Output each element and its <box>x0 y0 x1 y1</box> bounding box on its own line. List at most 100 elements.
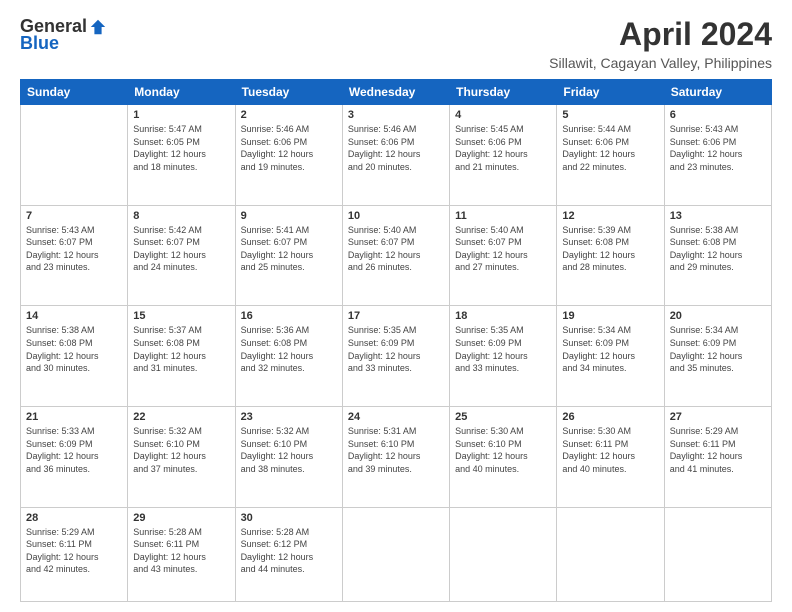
day-info: Sunrise: 5:29 AM Sunset: 6:11 PM Dayligh… <box>670 425 766 475</box>
calendar: SundayMondayTuesdayWednesdayThursdayFrid… <box>20 79 772 602</box>
calendar-cell <box>342 507 449 601</box>
day-number: 25 <box>455 411 551 423</box>
day-number: 28 <box>26 512 122 524</box>
calendar-day-header: Wednesday <box>342 80 449 105</box>
day-number: 18 <box>455 310 551 322</box>
day-info: Sunrise: 5:43 AM Sunset: 6:06 PM Dayligh… <box>670 123 766 173</box>
logo-icon <box>89 18 107 36</box>
page: General Blue April 2024 Sillawit, Cagaya… <box>0 0 792 612</box>
title-block: April 2024 Sillawit, Cagayan Valley, Phi… <box>549 16 772 71</box>
logo-blue-text: Blue <box>20 33 59 54</box>
day-number: 9 <box>241 210 337 222</box>
day-info: Sunrise: 5:46 AM Sunset: 6:06 PM Dayligh… <box>348 123 444 173</box>
calendar-cell: 2 Sunrise: 5:46 AM Sunset: 6:06 PM Daylig… <box>235 105 342 206</box>
subtitle: Sillawit, Cagayan Valley, Philippines <box>549 55 772 71</box>
calendar-cell: 21 Sunrise: 5:33 AM Sunset: 6:09 PM Dayli… <box>21 406 128 507</box>
calendar-cell: 17Sunrise: 5:35 AM Sunset: 6:09 PM Dayli… <box>342 306 449 407</box>
day-number: 4 <box>455 109 551 121</box>
calendar-day-header: Monday <box>128 80 235 105</box>
day-info: Sunrise: 5:42 AM Sunset: 6:07 PM Dayligh… <box>133 224 229 274</box>
calendar-week-row: 14 Sunrise: 5:38 AM Sunset: 6:08 PM Dayli… <box>21 306 772 407</box>
day-info: Sunrise: 5:45 AM Sunset: 6:06 PM Dayligh… <box>455 123 551 173</box>
day-number: 12 <box>562 210 658 222</box>
calendar-cell: 15 Sunrise: 5:37 AM Sunset: 6:08 PM Dayli… <box>128 306 235 407</box>
day-number: 8 <box>133 210 229 222</box>
day-number: 22 <box>133 411 229 423</box>
calendar-day-header: Saturday <box>664 80 771 105</box>
day-info: Sunrise: 5:36 AM Sunset: 6:08 PM Dayligh… <box>241 324 337 374</box>
calendar-cell <box>450 507 557 601</box>
day-number: 24 <box>348 411 444 423</box>
calendar-cell <box>664 507 771 601</box>
day-info: Sunrise: 5:32 AM Sunset: 6:10 PM Dayligh… <box>241 425 337 475</box>
day-info: Sunrise: 5:32 AM Sunset: 6:10 PM Dayligh… <box>133 425 229 475</box>
day-number: 19 <box>562 310 658 322</box>
day-number: 17 <box>348 310 444 322</box>
calendar-cell: 11 Sunrise: 5:40 AM Sunset: 6:07 PM Dayli… <box>450 205 557 306</box>
calendar-cell: 12 Sunrise: 5:39 AM Sunset: 6:08 PM Dayli… <box>557 205 664 306</box>
day-number: 29 <box>133 512 229 524</box>
day-info: Sunrise: 5:35 AM Sunset: 6:09 PM Dayligh… <box>455 324 551 374</box>
day-info: Sunrise: 5:30 AM Sunset: 6:11 PM Dayligh… <box>562 425 658 475</box>
day-info: Sunrise: 5:40 AM Sunset: 6:07 PM Dayligh… <box>455 224 551 274</box>
day-number: 2 <box>241 109 337 121</box>
day-info: Sunrise: 5:39 AM Sunset: 6:08 PM Dayligh… <box>562 224 658 274</box>
calendar-cell <box>21 105 128 206</box>
day-info: Sunrise: 5:37 AM Sunset: 6:08 PM Dayligh… <box>133 324 229 374</box>
day-number: 5 <box>562 109 658 121</box>
day-number: 27 <box>670 411 766 423</box>
calendar-cell: 14 Sunrise: 5:38 AM Sunset: 6:08 PM Dayli… <box>21 306 128 407</box>
calendar-cell: 16 Sunrise: 5:36 AM Sunset: 6:08 PM Dayli… <box>235 306 342 407</box>
calendar-cell <box>557 507 664 601</box>
day-number: 15 <box>133 310 229 322</box>
calendar-cell: 9 Sunrise: 5:41 AM Sunset: 6:07 PM Daylig… <box>235 205 342 306</box>
calendar-cell: 24Sunrise: 5:31 AM Sunset: 6:10 PM Dayli… <box>342 406 449 507</box>
calendar-header-row: SundayMondayTuesdayWednesdayThursdayFrid… <box>21 80 772 105</box>
calendar-week-row: 1Sunrise: 5:47 AM Sunset: 6:05 PM Daylig… <box>21 105 772 206</box>
day-number: 14 <box>26 310 122 322</box>
calendar-week-row: 7Sunrise: 5:43 AM Sunset: 6:07 PM Daylig… <box>21 205 772 306</box>
day-info: Sunrise: 5:38 AM Sunset: 6:08 PM Dayligh… <box>26 324 122 374</box>
calendar-cell: 26Sunrise: 5:30 AM Sunset: 6:11 PM Dayli… <box>557 406 664 507</box>
calendar-cell: 23 Sunrise: 5:32 AM Sunset: 6:10 PM Dayli… <box>235 406 342 507</box>
day-info: Sunrise: 5:40 AM Sunset: 6:07 PM Dayligh… <box>348 224 444 274</box>
calendar-cell: 29 Sunrise: 5:28 AM Sunset: 6:11 PM Dayli… <box>128 507 235 601</box>
day-info: Sunrise: 5:44 AM Sunset: 6:06 PM Dayligh… <box>562 123 658 173</box>
day-info: Sunrise: 5:34 AM Sunset: 6:09 PM Dayligh… <box>562 324 658 374</box>
calendar-cell: 4 Sunrise: 5:45 AM Sunset: 6:06 PM Daylig… <box>450 105 557 206</box>
calendar-cell: 30 Sunrise: 5:28 AM Sunset: 6:12 PM Dayli… <box>235 507 342 601</box>
day-number: 11 <box>455 210 551 222</box>
day-number: 6 <box>670 109 766 121</box>
day-info: Sunrise: 5:38 AM Sunset: 6:08 PM Dayligh… <box>670 224 766 274</box>
day-number: 20 <box>670 310 766 322</box>
day-info: Sunrise: 5:33 AM Sunset: 6:09 PM Dayligh… <box>26 425 122 475</box>
day-number: 21 <box>26 411 122 423</box>
calendar-cell: 5 Sunrise: 5:44 AM Sunset: 6:06 PM Daylig… <box>557 105 664 206</box>
calendar-day-header: Friday <box>557 80 664 105</box>
calendar-cell: 18 Sunrise: 5:35 AM Sunset: 6:09 PM Dayli… <box>450 306 557 407</box>
calendar-cell: 7Sunrise: 5:43 AM Sunset: 6:07 PM Daylig… <box>21 205 128 306</box>
day-number: 16 <box>241 310 337 322</box>
calendar-cell: 6 Sunrise: 5:43 AM Sunset: 6:06 PM Daylig… <box>664 105 771 206</box>
day-number: 3 <box>348 109 444 121</box>
calendar-cell: 25 Sunrise: 5:30 AM Sunset: 6:10 PM Dayli… <box>450 406 557 507</box>
day-info: Sunrise: 5:47 AM Sunset: 6:05 PM Dayligh… <box>133 123 229 173</box>
calendar-cell: 28 Sunrise: 5:29 AM Sunset: 6:11 PM Dayli… <box>21 507 128 601</box>
calendar-day-header: Sunday <box>21 80 128 105</box>
calendar-cell: 3 Sunrise: 5:46 AM Sunset: 6:06 PM Daylig… <box>342 105 449 206</box>
day-number: 30 <box>241 512 337 524</box>
day-number: 13 <box>670 210 766 222</box>
calendar-cell: 20 Sunrise: 5:34 AM Sunset: 6:09 PM Dayli… <box>664 306 771 407</box>
day-info: Sunrise: 5:28 AM Sunset: 6:11 PM Dayligh… <box>133 526 229 576</box>
day-info: Sunrise: 5:30 AM Sunset: 6:10 PM Dayligh… <box>455 425 551 475</box>
day-info: Sunrise: 5:41 AM Sunset: 6:07 PM Dayligh… <box>241 224 337 274</box>
day-info: Sunrise: 5:28 AM Sunset: 6:12 PM Dayligh… <box>241 526 337 576</box>
day-info: Sunrise: 5:34 AM Sunset: 6:09 PM Dayligh… <box>670 324 766 374</box>
logo: General Blue <box>20 16 107 54</box>
day-info: Sunrise: 5:29 AM Sunset: 6:11 PM Dayligh… <box>26 526 122 576</box>
calendar-cell: 13 Sunrise: 5:38 AM Sunset: 6:08 PM Dayli… <box>664 205 771 306</box>
calendar-week-row: 28 Sunrise: 5:29 AM Sunset: 6:11 PM Dayli… <box>21 507 772 601</box>
day-number: 23 <box>241 411 337 423</box>
calendar-cell: 22 Sunrise: 5:32 AM Sunset: 6:10 PM Dayli… <box>128 406 235 507</box>
day-info: Sunrise: 5:46 AM Sunset: 6:06 PM Dayligh… <box>241 123 337 173</box>
